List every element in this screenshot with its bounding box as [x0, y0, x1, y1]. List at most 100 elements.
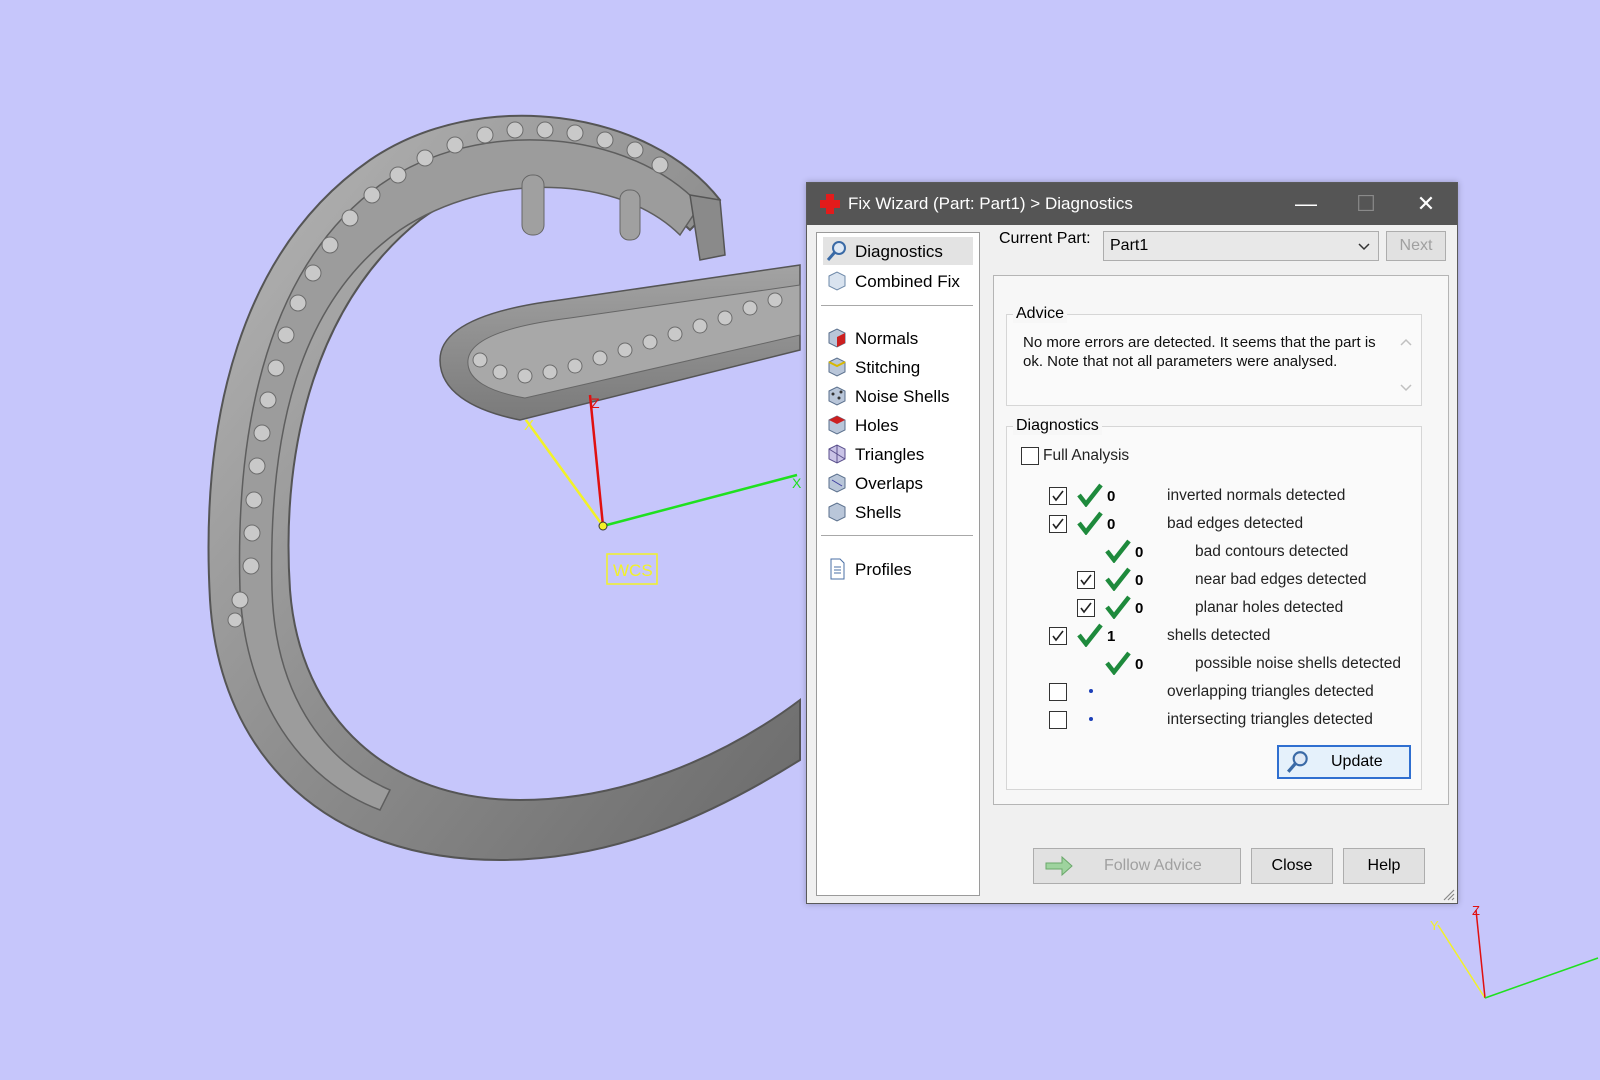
- dialog-titlebar[interactable]: Fix Wizard (Part: Part1) > Diagnostics —…: [807, 183, 1457, 225]
- pending-dot-icon: [1089, 717, 1093, 721]
- update-label: Update: [1331, 753, 1383, 770]
- scroll-arrows-icon: [1400, 338, 1412, 392]
- fix-wizard-dialog: Fix Wizard (Part: Part1) > Diagnostics —…: [806, 182, 1458, 904]
- nav-label: Shells: [855, 503, 902, 522]
- update-button[interactable]: Update: [1277, 745, 1411, 779]
- current-part-select[interactable]: Part1: [1103, 231, 1379, 261]
- count-value: 0: [1135, 544, 1144, 561]
- row-label: near bad edges detected: [1195, 571, 1367, 588]
- diagnostics-group: Diagnostics Full Analysis 0 inverted nor…: [1006, 417, 1422, 790]
- maximize-button[interactable]: ☐: [1336, 183, 1396, 225]
- ring-model[interactable]: [207, 114, 801, 862]
- nav-label: Noise Shells: [855, 387, 950, 406]
- row-label: overlapping triangles detected: [1167, 683, 1374, 700]
- count-value: 0: [1135, 572, 1144, 589]
- wizard-nav: Diagnostics Combined Fix Normals Stitchi…: [816, 232, 980, 896]
- nav-label: Triangles: [855, 445, 925, 464]
- nav-item-triangles[interactable]: Triangles: [823, 440, 973, 468]
- count-value: 0: [1135, 656, 1144, 673]
- row-label: bad edges detected: [1167, 515, 1304, 532]
- minimize-icon: —: [1295, 191, 1317, 216]
- magnifier-icon: [1287, 751, 1308, 773]
- follow-advice-button[interactable]: Follow Advice: [1033, 848, 1241, 884]
- nav-item-combined-fix[interactable]: Combined Fix: [823, 267, 973, 295]
- check-icon: [1105, 567, 1131, 591]
- row-label: inverted normals detected: [1167, 487, 1346, 504]
- close-button[interactable]: Close: [1251, 848, 1333, 884]
- nav-divider: [821, 305, 973, 306]
- row-label: intersecting triangles detected: [1167, 711, 1373, 728]
- nav-label: Overlaps: [855, 474, 924, 493]
- maximize-icon: ☐: [1356, 191, 1376, 216]
- next-button[interactable]: Next: [1386, 231, 1446, 261]
- cube-icon: [828, 271, 846, 291]
- overlaps-cube-icon: [828, 473, 846, 493]
- full-analysis-checkbox[interactable]: [1021, 447, 1039, 465]
- check-icon: [1077, 483, 1103, 507]
- advice-scrollbar[interactable]: [1395, 331, 1417, 399]
- current-part-label: Current Part:: [999, 230, 1091, 247]
- advice-group: Advice No more errors are detected. It s…: [1006, 305, 1422, 406]
- nav-label: Normals: [855, 329, 919, 348]
- nav-label: Diagnostics: [855, 242, 943, 261]
- check-icon: [1077, 511, 1103, 535]
- row-label: planar holes detected: [1195, 599, 1344, 616]
- close-window-button[interactable]: ✕: [1396, 183, 1456, 225]
- count-value: 0: [1135, 600, 1144, 617]
- nav-item-holes[interactable]: Holes: [823, 411, 973, 439]
- nav-label: Combined Fix: [855, 272, 960, 291]
- help-button[interactable]: Help: [1343, 848, 1425, 884]
- count-value: 0: [1107, 488, 1116, 505]
- nav-item-overlaps[interactable]: Overlaps: [823, 469, 973, 497]
- planar-holes-checkbox[interactable]: [1077, 599, 1095, 617]
- row-label: bad contours detected: [1195, 543, 1349, 560]
- full-analysis-label: Full Analysis: [1043, 447, 1130, 464]
- minimize-button[interactable]: —: [1276, 183, 1336, 225]
- inverted-normals-checkbox[interactable]: [1049, 487, 1067, 505]
- axis-z-label: Z: [591, 395, 600, 411]
- check-icon: [1105, 651, 1131, 675]
- axis-x2-label: X: [792, 475, 802, 491]
- shells-checkbox[interactable]: [1049, 627, 1067, 645]
- arrow-right-icon: [1045, 855, 1073, 877]
- triangles-cube-icon: [828, 444, 846, 464]
- resize-grip-icon[interactable]: [1441, 887, 1455, 901]
- nav-item-noise-shells[interactable]: Noise Shells: [823, 382, 973, 410]
- nav-divider: [821, 535, 973, 536]
- current-part-value: Part1: [1110, 237, 1149, 254]
- count-value: 1: [1107, 628, 1116, 645]
- red-cross-icon: [820, 194, 840, 214]
- count-value: 0: [1107, 516, 1116, 533]
- mini-axis-y-label: Y: [1430, 918, 1439, 933]
- close-icon: ✕: [1416, 191, 1436, 216]
- axis-x-label: X: [524, 417, 534, 434]
- nav-item-normals[interactable]: Normals: [823, 324, 973, 352]
- advice-title: Advice: [1013, 305, 1068, 323]
- diagnostics-title: Diagnostics: [1013, 417, 1102, 435]
- document-icon: [830, 558, 845, 580]
- overlapping-triangles-checkbox[interactable]: [1049, 683, 1067, 701]
- nav-item-shells[interactable]: Shells: [823, 498, 973, 526]
- intersecting-triangles-checkbox[interactable]: [1049, 711, 1067, 729]
- nav-item-profiles[interactable]: Profiles: [823, 555, 973, 583]
- shells-cube-icon: [828, 502, 846, 522]
- bad-edges-checkbox[interactable]: [1049, 515, 1067, 533]
- wcs-axes: X Z X WCS: [524, 394, 802, 585]
- stitching-cube-icon: [828, 357, 846, 377]
- noise-shells-icon: [828, 386, 846, 406]
- orientation-axes: Y Z: [1430, 903, 1599, 999]
- check-icon: [1077, 623, 1103, 647]
- nav-item-stitching[interactable]: Stitching: [823, 353, 973, 381]
- advice-text: No more errors are detected. It seems th…: [1023, 334, 1376, 370]
- near-bad-edges-checkbox[interactable]: [1077, 571, 1095, 589]
- normals-cube-icon: [828, 328, 846, 348]
- nav-label: Stitching: [855, 358, 921, 377]
- dialog-title: Fix Wizard (Part: Part1) > Diagnostics: [848, 194, 1133, 213]
- follow-advice-label: Follow Advice: [1104, 857, 1202, 874]
- magnifier-icon: [826, 241, 846, 261]
- chevron-down-icon: [1358, 243, 1370, 251]
- nav-item-diagnostics[interactable]: Diagnostics: [823, 237, 973, 265]
- nav-label: Profiles: [855, 560, 912, 579]
- row-label: possible noise shells detected: [1195, 655, 1401, 672]
- wcs-label: WCS: [613, 561, 653, 580]
